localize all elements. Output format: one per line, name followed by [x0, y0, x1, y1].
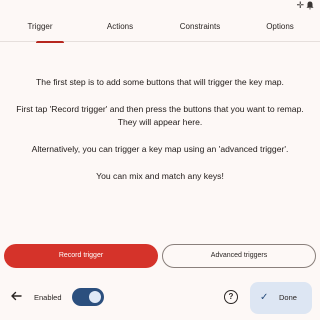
done-label: Done [279, 293, 297, 302]
enabled-label: Enabled [34, 293, 62, 302]
tab-trigger-label: Trigger [27, 22, 53, 31]
instruction-paragraph: You can mix and match any keys! [96, 171, 224, 181]
trigger-button-row: Record trigger Advanced triggers [4, 244, 316, 268]
tab-actions[interactable]: Actions [90, 12, 150, 42]
instruction-paragraph: The first step is to add some buttons th… [36, 77, 284, 87]
record-trigger-button[interactable]: Record trigger [4, 244, 158, 268]
bell-icon [306, 1, 314, 12]
tab-constraints-label: Constraints [179, 22, 221, 31]
plus-icon: ✛ [296, 0, 304, 10]
checkmark-icon: ✓ [260, 292, 269, 303]
tab-actions-label: Actions [106, 22, 134, 31]
bottom-bar: Enabled ? ✓ Done [0, 280, 320, 320]
instruction-paragraph: First tap 'Record trigger' and then pres… [16, 104, 304, 127]
enabled-toggle[interactable] [72, 288, 104, 306]
tab-constraints[interactable]: Constraints [170, 12, 230, 42]
done-button[interactable]: ✓ Done [250, 282, 312, 314]
tab-trigger[interactable]: Trigger [10, 12, 70, 43]
instruction-paragraph: Alternatively, you can trigger a key map… [31, 144, 289, 154]
back-arrow-icon[interactable] [8, 290, 24, 306]
help-icon[interactable]: ? [224, 290, 238, 304]
toggle-knob [89, 291, 101, 303]
advanced-triggers-button[interactable]: Advanced triggers [162, 244, 316, 268]
tab-selected-indicator [36, 41, 64, 43]
trigger-instructions: The first step is to add some buttons th… [16, 76, 304, 197]
tab-options[interactable]: Options [250, 12, 310, 42]
tab-options-label: Options [266, 22, 294, 31]
status-bar: ✛ [0, 0, 320, 12]
tab-bar: Trigger Actions Constraints Options [0, 12, 320, 43]
